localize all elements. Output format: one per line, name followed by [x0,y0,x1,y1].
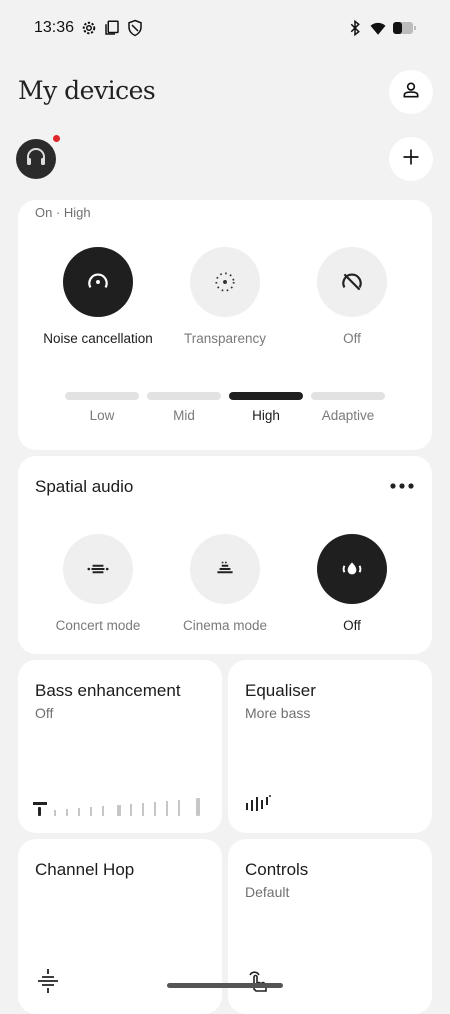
account-button[interactable] [389,70,433,114]
more-options-icon[interactable] [388,477,416,495]
battery-icon [392,19,416,37]
copy-icon [103,19,121,37]
tile-title: Controls [245,860,309,879]
user-icon [401,80,421,105]
cinema-icon [190,534,260,604]
device-avatar[interactable] [16,139,56,179]
channel-hop-icon [37,968,59,999]
level-label-low[interactable]: Low [65,408,139,423]
transparency-icon [190,247,260,317]
level-label-high[interactable]: High [229,408,303,423]
headphones-icon [24,145,48,174]
wifi-icon [369,19,387,37]
notification-dot [53,135,60,142]
noise-status: On · High [35,205,91,220]
spatial-concert-mode[interactable]: Concert mode [38,534,158,633]
spatial-off-icon [317,534,387,604]
shield-icon [126,19,144,37]
mode-transparency[interactable]: Transparency [165,247,285,346]
equaliser-icon [245,791,273,818]
tile-title: Bass enhancement [35,681,181,700]
page-title: My devices [18,76,156,105]
gear-icon [80,19,98,37]
tile-subtitle: More bass [245,705,311,721]
spatial-off-mode[interactable]: Off [292,534,412,633]
mode-label: Off [343,618,361,633]
home-indicator[interactable] [167,983,283,988]
mode-off[interactable]: Off [292,247,412,346]
level-bar-low[interactable] [65,392,139,400]
bass-level-icon [33,796,205,823]
spatial-audio-title: Spatial audio [35,477,134,496]
spatial-cinema-mode[interactable]: Cinema mode [165,534,285,633]
status-bar: 13:36 [0,0,450,58]
tile-title: Channel Hop [35,860,135,879]
mode-noise-cancellation[interactable]: Noise cancellation [38,247,158,346]
mode-label: Transparency [183,331,267,346]
status-time: 13:36 [34,19,75,36]
tile-subtitle: Off [35,705,54,721]
mode-label: Cinema mode [182,618,268,633]
concert-icon [63,534,133,604]
bluetooth-icon [346,19,364,37]
level-bar-high[interactable] [229,392,303,400]
off-icon [317,247,387,317]
level-label-mid[interactable]: Mid [147,408,221,423]
mode-label: Concert mode [55,618,141,633]
level-label-adaptive[interactable]: Adaptive [311,408,385,423]
noise-cancel-icon [63,247,133,317]
level-bar-adaptive[interactable] [311,392,385,400]
tile-title: Equaliser [245,681,316,700]
add-device-button[interactable] [389,137,433,181]
plus-icon [401,147,421,172]
mode-label: Noise cancellation [43,331,153,346]
level-bar-mid[interactable] [147,392,221,400]
tile-subtitle: Default [245,884,290,900]
mode-label: Off [343,331,361,346]
